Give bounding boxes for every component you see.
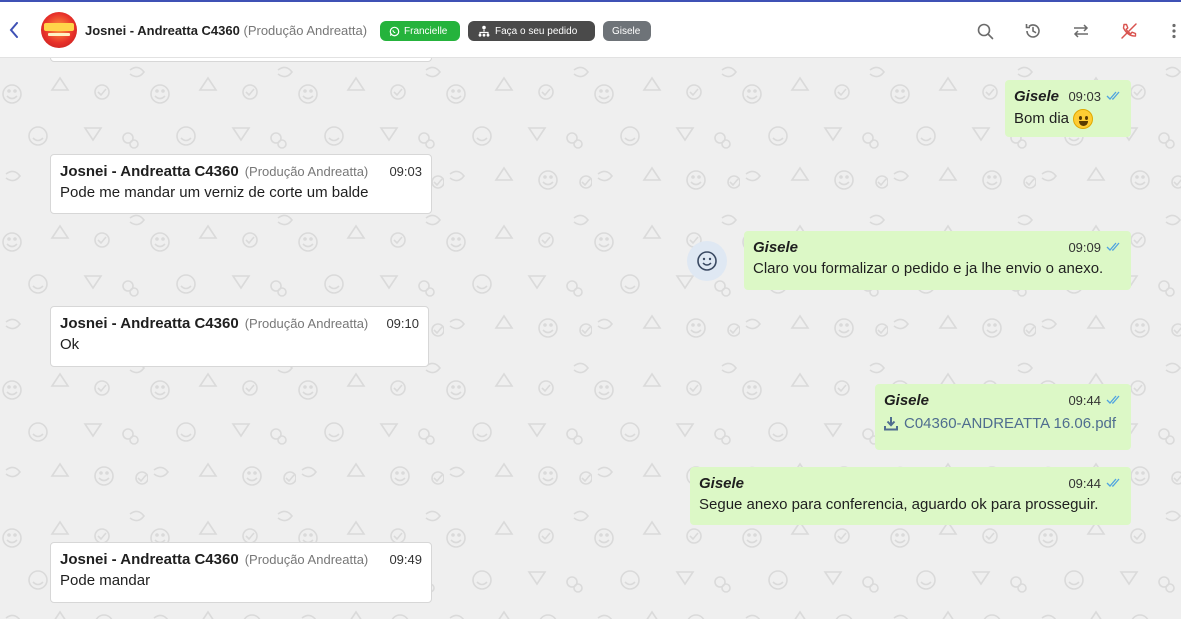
message-time: 09:44 bbox=[1068, 393, 1101, 408]
order-label: Faça o seu pedido bbox=[495, 25, 578, 37]
search-icon bbox=[977, 23, 993, 39]
file-attachment-link[interactable]: C04360-ANDREATTA 16.06.pdf bbox=[884, 415, 1122, 432]
more-vertical-icon bbox=[1172, 23, 1176, 39]
message-text: Pode me mandar um verniz de corte um bal… bbox=[60, 184, 369, 201]
user-label: Gisele bbox=[612, 25, 641, 37]
message-time: 09:49 bbox=[389, 552, 422, 567]
message-text: Claro vou formalizar o pedido e ja lhe e… bbox=[753, 260, 1104, 277]
message-bubble-incoming[interactable]: Josnei - Andreatta C4360 (Produção Andre… bbox=[50, 306, 429, 367]
order-tag[interactable]: Faça o seu pedido bbox=[468, 21, 595, 41]
message-text: Segue anexo para conferencia, aguardo ok… bbox=[699, 496, 1099, 513]
history-button[interactable] bbox=[1024, 22, 1042, 40]
message-sender-sub: (Produção Andreatta) bbox=[244, 164, 369, 179]
download-icon bbox=[884, 417, 898, 431]
message-time: 09:10 bbox=[386, 316, 419, 331]
contact-avatar[interactable] bbox=[41, 12, 77, 48]
chat-header: Josnei - Andreatta C4360 (Produção Andre… bbox=[0, 0, 1181, 58]
message-sender: Josnei - Andreatta C4360 bbox=[60, 315, 239, 332]
double-check-icon bbox=[1106, 91, 1122, 101]
message-bubble-incoming[interactable]: Josnei - Andreatta C4360 (Produção Andre… bbox=[50, 154, 432, 214]
message-text: Pode mandar bbox=[60, 572, 151, 589]
whatsapp-agent-tag[interactable]: Francielle bbox=[380, 21, 460, 41]
message-sender: Gisele bbox=[753, 239, 799, 256]
message-sender: Gisele bbox=[699, 475, 745, 492]
double-check-icon bbox=[1106, 242, 1122, 252]
message-sender-sub: (Produção Andreatta) bbox=[244, 316, 369, 331]
phone-off-icon bbox=[1121, 23, 1137, 39]
message-sender: Gisele bbox=[884, 392, 930, 409]
double-check-icon bbox=[1106, 395, 1122, 405]
contact-name[interactable]: Josnei - Andreatta C4360 (Produção Andre… bbox=[85, 23, 367, 38]
chat-messages-area[interactable]: Gisele 09:03 Bom dia Josnei - Andreatta … bbox=[0, 58, 1181, 619]
message-time: 09:03 bbox=[1068, 89, 1101, 104]
file-name: C04360-ANDREATTA 16.06.pdf bbox=[904, 415, 1117, 432]
message-text: Ok bbox=[60, 336, 80, 353]
message-time: 09:03 bbox=[389, 164, 422, 179]
more-options-button[interactable] bbox=[1167, 22, 1181, 40]
whatsapp-agent-label: Francielle bbox=[404, 25, 448, 37]
contact-sub: (Produção Andreatta) bbox=[243, 23, 368, 38]
smiley-icon bbox=[697, 251, 717, 271]
chevron-left-icon bbox=[9, 22, 18, 38]
sitemap-icon bbox=[478, 25, 490, 37]
message-bubble-incoming[interactable]: Josnei - Andreatta C4360 (Produção Andre… bbox=[50, 542, 432, 603]
double-check-icon bbox=[1106, 478, 1122, 488]
message-sender: Josnei - Andreatta C4360 bbox=[60, 551, 239, 568]
message-time: 09:44 bbox=[1068, 476, 1101, 491]
message-sender-sub: (Produção Andreatta) bbox=[244, 552, 369, 567]
reaction-button[interactable] bbox=[687, 241, 727, 281]
end-call-button[interactable] bbox=[1120, 22, 1138, 40]
message-bubble-outgoing[interactable]: Gisele 09:03 Bom dia bbox=[1005, 80, 1131, 137]
message-bubble-outgoing-file[interactable]: Gisele 09:44 C04360-ANDREATTA 16.06.pdf bbox=[875, 384, 1131, 450]
message-text: Bom dia bbox=[1014, 109, 1070, 127]
message-sender: Gisele bbox=[1014, 88, 1060, 105]
transfer-arrows-icon bbox=[1073, 24, 1089, 38]
search-button[interactable] bbox=[976, 22, 994, 40]
back-button[interactable] bbox=[6, 20, 22, 40]
user-tag[interactable]: Gisele bbox=[603, 21, 651, 41]
history-icon bbox=[1025, 24, 1040, 38]
message-bubble-outgoing[interactable]: Gisele 09:09 Claro vou formalizar o pedi… bbox=[744, 231, 1131, 290]
contact-name-text: Josnei - Andreatta C4360 bbox=[85, 23, 240, 38]
message-bubble-partial bbox=[50, 58, 432, 62]
message-sender: Josnei - Andreatta C4360 bbox=[60, 163, 239, 180]
whatsapp-icon bbox=[389, 26, 400, 36]
message-time: 09:09 bbox=[1068, 240, 1101, 255]
grinning-face-icon bbox=[1073, 109, 1094, 129]
message-bubble-outgoing[interactable]: Gisele 09:44 Segue anexo para conferenci… bbox=[690, 467, 1131, 525]
transfer-button[interactable] bbox=[1072, 22, 1090, 40]
